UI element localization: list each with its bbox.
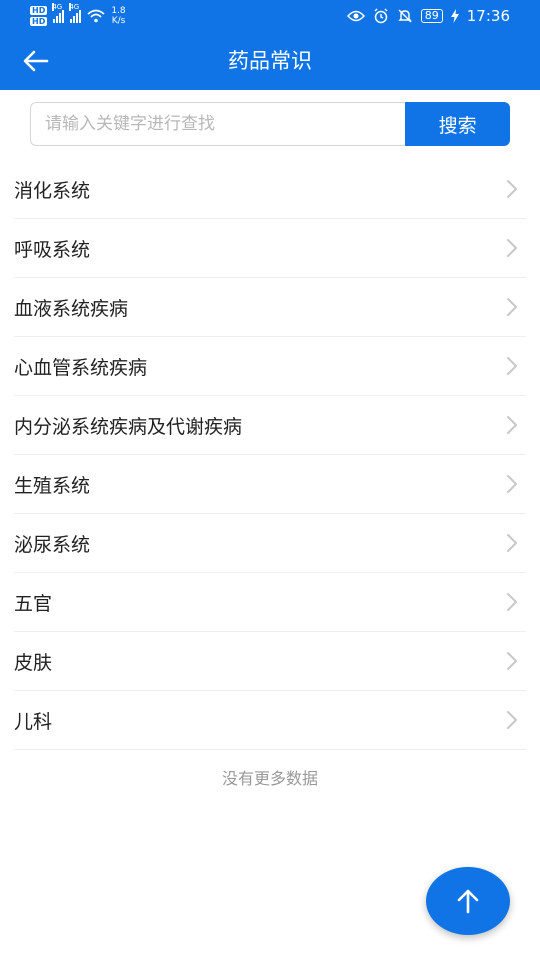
wifi-icon [87,9,105,23]
charging-icon [450,9,459,23]
signal-1-icon: 4G [52,3,65,23]
chevron-right-icon [502,297,522,317]
speed-value: 1.8 [111,6,126,16]
category-label: 内分泌系统疾病及代谢疾病 [14,415,243,438]
clock: 17:36 [466,7,510,25]
chevron-right-icon [502,651,522,671]
category-label: 消化系统 [14,179,91,202]
battery-level: 89 [420,9,443,23]
chevron-right-icon [502,710,522,730]
category-item[interactable]: 生殖系统 [14,455,526,514]
category-item[interactable]: 儿科 [14,691,526,750]
category-label: 呼吸系统 [14,238,91,261]
page-title: 药品常识 [228,49,312,73]
app-header: HD HD 4G 4G 1.8 K/s 89 17:36 药品常识 [0,0,540,90]
arrow-left-icon [23,50,49,72]
search-input[interactable] [30,102,406,146]
chevron-right-icon [502,592,522,612]
no-more-data-text: 没有更多数据 [221,769,318,788]
arrow-up-icon [457,889,479,914]
category-label: 泌尿系统 [14,533,91,556]
alarm-icon [374,8,388,24]
category-item[interactable]: 皮肤 [14,632,526,691]
category-item[interactable]: 泌尿系统 [14,514,526,573]
category-list: 消化系统呼吸系统血液系统疾病 心血管系统疾病内分泌系统疾病及代谢疾病 生殖系统泌尿系… [14,160,526,750]
chevron-right-icon [502,238,522,258]
category-label: 血液系统疾病 [14,297,129,320]
signal-2-icon: 4G [69,3,82,23]
category-item[interactable]: 消化系统 [14,160,526,219]
category-label: 心血管系统疾病 [14,356,148,379]
category-item[interactable]: 内分泌系统疾病及代谢疾病 [14,396,526,455]
chevron-right-icon [502,179,522,199]
status-bar: HD HD 4G 4G 1.8 K/s 89 17:36 [0,0,540,32]
category-item[interactable]: 五官 [14,573,526,632]
back-button[interactable] [18,44,54,78]
network-speed: 1.8 K/s [111,6,125,26]
category-label: 五官 [14,592,53,615]
chevron-right-icon [502,533,522,553]
chevron-right-icon [502,474,522,494]
category-item[interactable]: 心血管系统疾病 [14,337,526,396]
category-label: 生殖系统 [14,474,91,497]
search-button[interactable]: 搜索 [405,102,510,146]
chevron-right-icon [502,415,522,435]
eye-icon [346,10,365,22]
category-item[interactable]: 血液系统疾病 [14,278,526,337]
category-label: 皮肤 [14,651,53,674]
nav-bar: 药品常识 [0,32,540,90]
hd-badge-2: HD [30,17,48,26]
hd-badge-1: HD [30,6,48,15]
scroll-to-top-button[interactable] [426,867,510,935]
speed-unit: K/s [111,16,126,26]
category-item[interactable]: 呼吸系统 [14,219,526,278]
search-bar: 搜索 [30,102,510,146]
status-right: 89 17:36 [346,4,510,28]
hd-badges: HD HD [30,6,48,26]
status-left: HD HD 4G 4G 1.8 K/s [30,3,126,28]
chevron-right-icon [502,356,522,376]
mute-bell-icon [398,9,412,23]
category-label: 儿科 [14,710,53,733]
